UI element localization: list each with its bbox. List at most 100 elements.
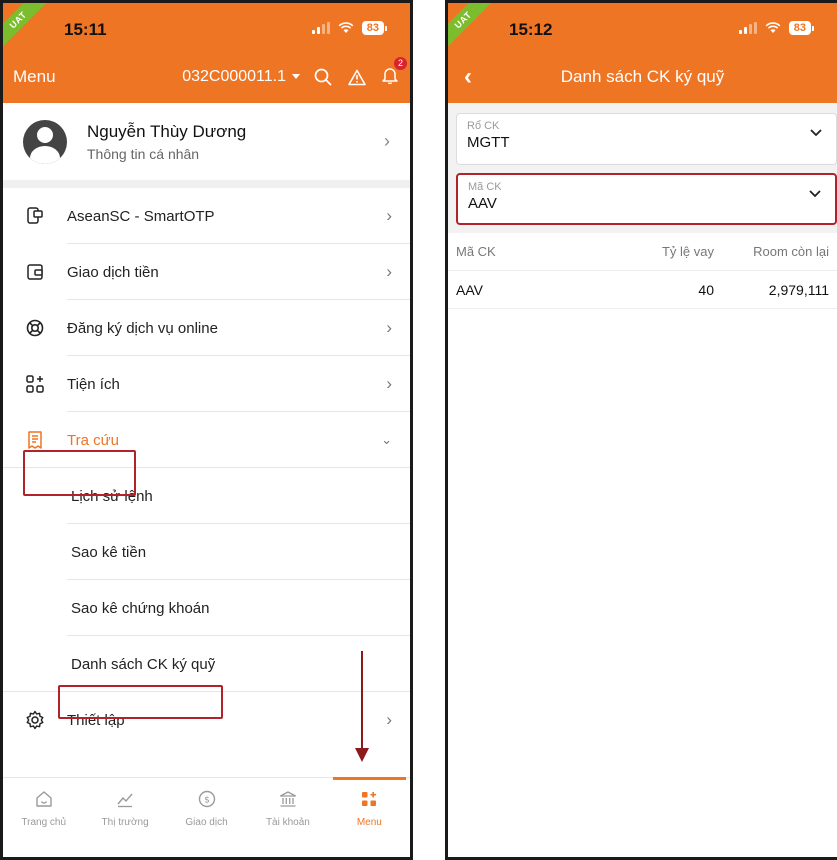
wifi-icon: [338, 22, 354, 33]
bank-icon: [279, 791, 297, 807]
profile-text: Nguyễn Thùy Dương Thông tin cá nhân: [87, 122, 384, 162]
chevron-right-icon: ›: [386, 374, 392, 393]
app-header: UAT 15:12 83 ‹ Danh sách CK ký quỹ: [448, 3, 837, 103]
table-row[interactable]: AAV 40 2,979,111: [448, 271, 837, 309]
status-icons: 83: [738, 21, 815, 35]
column-header: Mã CK: [456, 244, 496, 259]
lifebuoy-icon: [25, 318, 45, 338]
margin-list-screen: UAT 15:12 83 ‹ Danh sách CK ký quỹ Rổ CK…: [445, 0, 837, 860]
filter-panel: Rổ CK MGTT Mã CK AAV: [448, 103, 837, 233]
apps-add-icon: [25, 374, 45, 394]
profile-name: Nguyễn Thùy Dương: [87, 121, 247, 141]
menu-navbar: Menu 032C000011.1 2: [3, 51, 410, 103]
chevron-down-icon: [810, 129, 822, 137]
back-button[interactable]: ‹: [464, 63, 472, 91]
profile-subtitle: Thông tin cá nhân: [87, 145, 200, 162]
chevron-down-icon: ⌄: [381, 432, 392, 447]
submenu-cash-statement[interactable]: Sao kê tiền: [3, 524, 410, 580]
submenu-securities-statement[interactable]: Sao kê chứng khoán: [3, 580, 410, 636]
basket-select[interactable]: Rổ CK MGTT: [456, 113, 837, 165]
profile-row[interactable]: Nguyễn Thùy Dương Thông tin cá nhân ›: [3, 103, 410, 188]
status-bar: UAT 15:12 83: [448, 3, 837, 51]
field-value: AAV: [468, 195, 497, 212]
chevron-down-icon: [809, 190, 821, 198]
smartotp-icon: [25, 206, 45, 226]
tab-trade[interactable]: $ Giao dịch: [166, 778, 247, 857]
status-time: 15:11: [64, 20, 107, 39]
symbol-select[interactable]: Mã CK AAV: [456, 173, 837, 225]
table-header: Mã CK Tỷ lệ vay Room còn lại: [448, 233, 837, 271]
tab-label: Giao dịch: [185, 817, 228, 828]
tab-account[interactable]: Tài khoản: [247, 778, 328, 857]
chevron-right-icon: ›: [386, 318, 392, 337]
column-header: Room còn lại: [753, 244, 829, 259]
menu-item-label: Tra cứu: [67, 431, 119, 449]
bottom-tab-bar: Trang chủ Thị trường $ Giao dịch Tài kho…: [3, 777, 410, 857]
uat-ribbon: UAT: [3, 3, 47, 49]
uat-ribbon: UAT: [448, 3, 492, 49]
cell-symbol: AAV: [456, 281, 483, 298]
status-icons: 83: [311, 21, 388, 35]
account-selector[interactable]: 032C000011.1: [182, 68, 300, 86]
chevron-right-icon: ›: [386, 262, 392, 281]
field-label: Rổ CK: [467, 120, 500, 132]
menu-item-online-service[interactable]: Đăng ký dịch vụ online ›: [3, 300, 410, 356]
chevron-right-icon: ›: [384, 131, 390, 151]
battery-icon: 83: [788, 21, 815, 35]
chevron-right-icon: ›: [386, 710, 392, 729]
tab-label: Tài khoản: [265, 817, 310, 828]
account-number: 032C000011.1: [182, 68, 286, 85]
menu-grid-icon: [362, 792, 377, 806]
detail-navbar: ‹ Danh sách CK ký quỹ: [448, 51, 837, 103]
chart-icon: [117, 793, 133, 808]
submenu-label: Sao kê tiền: [71, 543, 147, 561]
tab-label: Trang chủ: [21, 817, 67, 828]
wifi-icon: [765, 22, 781, 33]
home-icon: [36, 791, 52, 807]
signal-icon: [738, 22, 757, 34]
caret-down-icon: [292, 74, 300, 79]
menu-item-cash-transactions[interactable]: Giao dịch tiền ›: [3, 244, 410, 300]
tab-market[interactable]: Thị trường: [84, 778, 165, 857]
app-header: UAT 15:11 83 Menu 032C000011.1 2: [3, 3, 410, 103]
receipt-icon: [25, 430, 45, 450]
search-icon[interactable]: [314, 68, 332, 86]
tab-menu[interactable]: Menu: [329, 777, 410, 857]
menu-item-utilities[interactable]: Tiện ích ›: [3, 356, 410, 412]
signal-icon: [311, 22, 330, 34]
menu-item-smartotp[interactable]: AseanSC - SmartOTP ›: [3, 188, 410, 244]
avatar: [23, 119, 67, 164]
nav-actions: 2: [314, 56, 407, 89]
chevron-right-icon: ›: [386, 206, 392, 225]
gear-icon: [25, 710, 45, 730]
battery-icon: 83: [361, 21, 388, 35]
page-title: Danh sách CK ký quỹ: [560, 67, 725, 86]
menu-item-label: AseanSC - SmartOTP: [67, 207, 215, 225]
warning-icon[interactable]: [348, 69, 366, 86]
field-label: Mã CK: [468, 181, 502, 193]
svg-text:$: $: [204, 796, 210, 806]
menu-item-label: Đăng ký dịch vụ online: [67, 319, 218, 337]
cell-room-remaining: 2,979,111: [768, 281, 829, 298]
cell-loan-ratio: 40: [698, 281, 714, 298]
menu-item-label: Tiện ích: [67, 375, 120, 393]
submenu-label: Danh sách CK ký quỹ: [71, 655, 216, 673]
highlight-lookup-box: [23, 450, 136, 496]
column-header: Tỷ lệ vay: [661, 244, 714, 259]
annotation-arrow: [361, 651, 363, 751]
notification-badge: 2: [394, 56, 407, 70]
submenu-margin-securities-list[interactable]: Danh sách CK ký quỹ: [3, 636, 410, 692]
menu-screen: UAT 15:11 83 Menu 032C000011.1 2 Nguyễn …: [0, 0, 413, 860]
field-value: MGTT: [467, 134, 510, 151]
dollar-icon: $: [198, 790, 215, 808]
page-title: Menu: [13, 67, 56, 86]
tab-label: Thị trường: [101, 817, 149, 828]
annotation-arrowhead: [355, 748, 369, 762]
wallet-icon: [25, 262, 45, 282]
menu-item-label: Giao dịch tiền: [67, 263, 159, 281]
status-time: 15:12: [509, 20, 553, 39]
tab-home[interactable]: Trang chủ: [3, 778, 84, 857]
notification-button[interactable]: 2: [382, 56, 407, 89]
status-bar: UAT 15:11 83: [3, 3, 410, 51]
submenu-label: Sao kê chứng khoán: [71, 599, 210, 617]
